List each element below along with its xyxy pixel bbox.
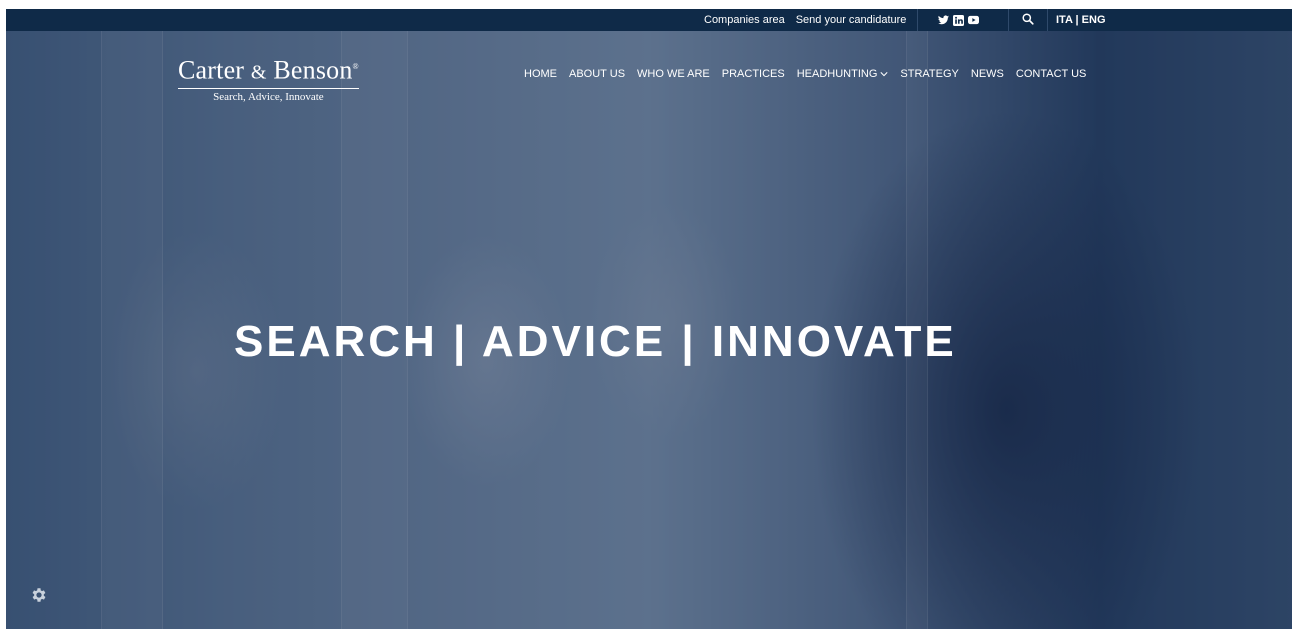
logo-ampersand: & (250, 61, 267, 84)
nav-item-practices[interactable]: PRACTICES (722, 68, 785, 80)
twitter-icon[interactable] (938, 15, 949, 26)
youtube-icon[interactable] (968, 15, 979, 26)
social-links (938, 9, 979, 31)
logo-name-second: Benson (273, 55, 353, 85)
hero-banner: Carter & Benson® Search, Advice, Innovat… (6, 31, 1292, 629)
nav-item-strategy[interactable]: STRATEGY (900, 68, 958, 80)
send-candidature-link[interactable]: Send your candidature (796, 14, 907, 26)
logo-registered-mark: ® (352, 62, 359, 71)
chevron-down-icon (880, 71, 888, 77)
logo-tagline: Search, Advice, Innovate (213, 90, 324, 103)
companies-area-link[interactable]: Companies area (704, 14, 785, 26)
linkedin-icon[interactable] (953, 14, 964, 26)
nav-item-who-we-are[interactable]: WHO WE ARE (637, 68, 710, 80)
utility-links: Companies area Send your candidature (704, 9, 919, 31)
utility-bar: Companies area Send your candidature ITA… (6, 9, 1292, 31)
nav-item-news[interactable]: NEWS (971, 68, 1004, 80)
main-nav: HOME ABOUT US WHO WE ARE PRACTICES HEADH… (524, 68, 1098, 80)
nav-item-home[interactable]: HOME (524, 68, 557, 80)
nav-item-about-us[interactable]: ABOUT US (569, 68, 625, 80)
gear-icon[interactable] (30, 586, 48, 604)
search-button[interactable] (1008, 9, 1048, 31)
divider (917, 9, 919, 31)
logo-name-first: Carter (178, 55, 245, 85)
search-icon (1022, 12, 1034, 28)
nav-item-headhunting[interactable]: HEADHUNTING (797, 68, 889, 80)
logo-wordmark: Carter & Benson® (178, 53, 359, 89)
hero-headline: SEARCH | ADVICE | INNOVATE (234, 317, 957, 366)
brand-logo[interactable]: Carter & Benson® Search, Advice, Innovat… (178, 53, 359, 103)
nav-item-headhunting-label: HEADHUNTING (796, 68, 878, 80)
nav-item-contact-us[interactable]: CONTACT US (1016, 68, 1087, 80)
language-switch[interactable]: ITA | ENG (1056, 9, 1106, 31)
page-frame: Companies area Send your candidature ITA… (6, 9, 1292, 629)
